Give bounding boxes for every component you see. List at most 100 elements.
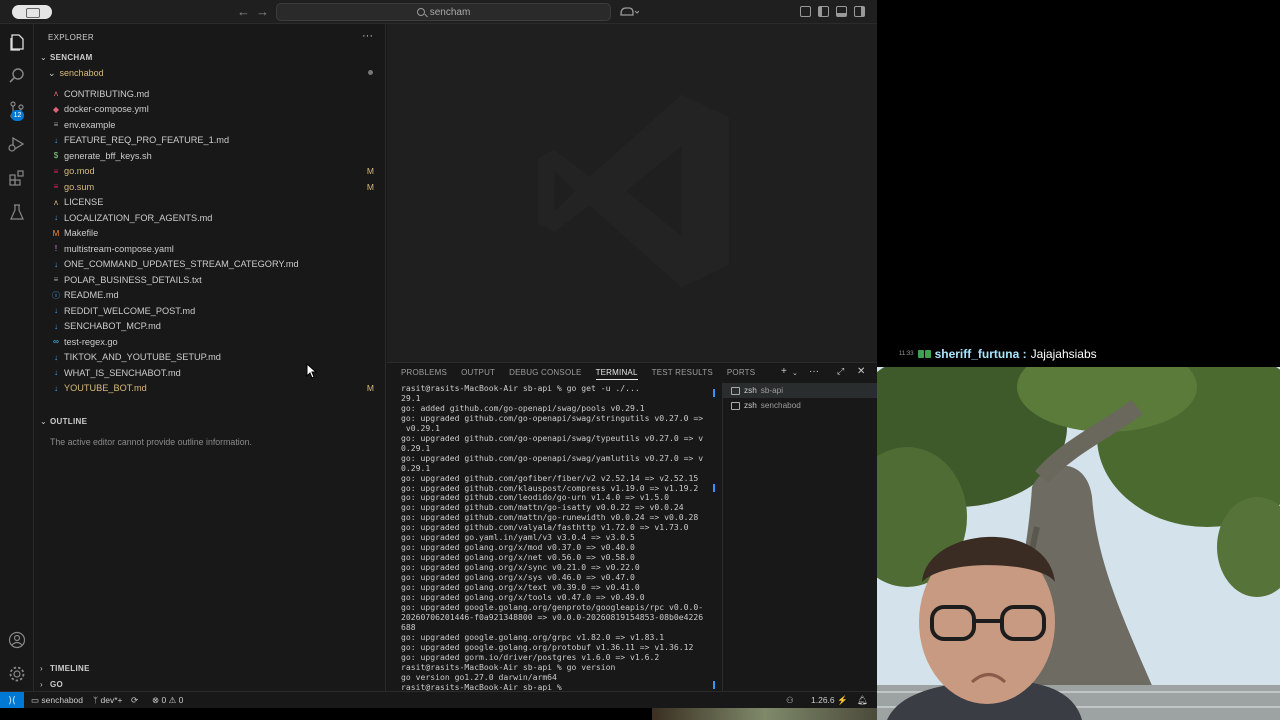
back-arrow-icon[interactable]: ← [237, 4, 250, 19]
extensions-icon[interactable] [8, 169, 26, 187]
file-item[interactable]: ≡ env.example [34, 117, 386, 133]
git-status-badge: M [366, 166, 374, 177]
file-item[interactable]: ∞ test-regex.go [34, 334, 386, 350]
file-name: docker-compose.yml [64, 104, 149, 115]
scroll-marker [713, 484, 715, 492]
sidebar-toggle-icon[interactable] [12, 5, 52, 19]
chevron-down-icon[interactable]: ⌄ [792, 369, 798, 377]
testing-icon[interactable] [8, 203, 26, 221]
workspace-section[interactable]: ⌄ SENCHAM [40, 53, 93, 62]
file-item[interactable]: ʌ CONTRIBUTING.md [34, 86, 386, 102]
more-actions-icon[interactable]: ··· [809, 366, 819, 377]
file-item[interactable]: ! multistream-compose.yaml [34, 241, 386, 257]
explorer-icon[interactable] [8, 33, 26, 51]
chat-username: sheriff_furtuna : [934, 347, 1027, 361]
terminal-output[interactable]: rasit@rasits-MacBook-Air sb-api % go get… [401, 383, 719, 693]
command-center-search[interactable]: sencham [276, 3, 611, 21]
panel-tab[interactable]: PORTS [727, 368, 755, 380]
panel-tab[interactable]: DEBUG CONSOLE [509, 368, 581, 380]
file-item[interactable]: ↓ YOUTUBE_BOT.md M [34, 381, 386, 397]
file-type-icon: ↓ [54, 383, 58, 393]
run-debug-icon[interactable] [8, 135, 26, 153]
file-type-icon: ◆ [52, 104, 60, 114]
more-actions-icon[interactable]: ··· [362, 30, 373, 42]
copilot-status-icon[interactable]: ⚇ [786, 695, 794, 706]
webcam-scene [877, 367, 1280, 720]
file-item[interactable]: ↓ LOCALIZATION_FOR_AGENTS.md [34, 210, 386, 226]
file-item[interactable]: ↓ FEATURE_REQ_PRO_FEATURE_1.md [34, 133, 386, 149]
file-item[interactable]: ⓘ README.md [34, 288, 386, 304]
panel-tab[interactable]: OUTPUT [461, 368, 495, 380]
chat-timestamp: 11:33 [899, 351, 914, 357]
close-panel-icon[interactable]: ✕ [857, 366, 865, 377]
toggle-secondary-sidebar-icon[interactable] [854, 6, 865, 17]
chevron-down-icon: ⌄ [48, 68, 56, 78]
file-type-icon: ⓘ [52, 290, 60, 300]
customize-layout-icon[interactable] [800, 6, 811, 17]
notifications-bell-icon[interactable]: 🔔︎ [857, 695, 868, 706]
outline-section[interactable]: ⌄ OUTLINE [40, 417, 87, 426]
panel-tab[interactable]: PROBLEMS [401, 368, 447, 380]
terminal-instance[interactable]: zsh senchabod [723, 398, 877, 413]
toggle-primary-sidebar-icon[interactable] [818, 6, 829, 17]
chevron-right-icon: › [40, 680, 43, 689]
timeline-section[interactable]: › TIMELINE [40, 664, 90, 673]
file-name: test-regex.go [64, 336, 118, 347]
file-item[interactable]: ≡ go.sum M [34, 179, 386, 195]
maximize-panel-icon[interactable]: ⤢ [837, 366, 844, 377]
file-item[interactable]: ↓ SENCHABOT_MCP.md [34, 319, 386, 335]
account-icon[interactable] [8, 631, 26, 649]
panel-tab[interactable]: TERMINAL [595, 368, 638, 380]
file-item[interactable]: ʌ LICENSE [34, 195, 386, 211]
new-terminal-icon[interactable]: + [781, 366, 787, 377]
terminal-instance[interactable]: zsh sb-api [723, 383, 877, 398]
go-version[interactable]: 1.26.6 ⚡ [811, 695, 848, 706]
vscode-logo-watermark-icon [538, 94, 729, 288]
file-name: REDDIT_WELCOME_POST.md [64, 305, 196, 316]
file-type-icon: ↓ [54, 259, 58, 269]
file-type-icon: ↓ [54, 135, 58, 145]
title-bar: ← → sencham [0, 0, 877, 24]
search-icon[interactable] [8, 67, 26, 85]
explorer-header: EXPLORER [48, 33, 94, 42]
problems-indicator[interactable]: ⊗ 0 ⚠ 0 [152, 695, 183, 706]
terminal-shell: zsh [744, 401, 757, 410]
chevron-down-icon: ⌄ [40, 417, 48, 426]
webcam-edge [652, 708, 877, 720]
panel-tab[interactable]: TEST RESULTS [652, 368, 713, 380]
chat-text: Jajajahsiabs [1030, 347, 1097, 361]
file-name: go.mod [64, 166, 95, 177]
file-item[interactable]: ↓ TIKTOK_AND_YOUTUBE_SETUP.md [34, 350, 386, 366]
file-item[interactable]: ↓ REDDIT_WELCOME_POST.md [34, 303, 386, 319]
source-control-badge: 12 [11, 110, 24, 121]
file-type-icon: M [52, 228, 60, 238]
toggle-panel-icon[interactable] [836, 6, 847, 17]
branch-folder[interactable]: ▭ senchabod [31, 695, 83, 706]
settings-gear-icon[interactable] [8, 665, 26, 683]
scroll-marker [713, 681, 715, 689]
file-item[interactable]: ↓ ONE_COMMAND_UPDATES_STREAM_CATEGORY.md [34, 257, 386, 273]
terminal-line: go: upgraded github.com/go-openapi/swag/… [401, 432, 704, 443]
file-item[interactable]: M Makefile [34, 226, 386, 242]
chat-badge-icon [917, 350, 931, 358]
branch-indicator[interactable]: ᛘ dev*+ [93, 695, 122, 705]
folder-senchabod[interactable]: ⌄ senchabod [48, 68, 104, 79]
file-name: generate_bff_keys.sh [64, 150, 152, 161]
terminal-cwd: senchabod [760, 401, 801, 410]
sync-icon[interactable]: ⟳ [131, 695, 138, 706]
file-item[interactable]: ≡ go.mod M [34, 164, 386, 180]
editor-area[interactable] [306, 24, 877, 379]
activity-bar: 12 [0, 24, 34, 691]
git-status-badge: M [366, 383, 374, 394]
file-name: LOCALIZATION_FOR_AGENTS.md [64, 212, 213, 223]
file-item[interactable]: $ generate_bff_keys.sh [34, 148, 386, 164]
forward-arrow-icon[interactable]: → [256, 4, 269, 19]
file-item[interactable]: ↓ WHAT_IS_SENCHABOT.md [34, 365, 386, 381]
go-section[interactable]: › GO [40, 680, 63, 689]
copilot-icon[interactable] [619, 5, 639, 19]
scroll-marker [713, 389, 715, 397]
file-item[interactable]: ◆ docker-compose.yml [34, 102, 386, 118]
remote-icon[interactable]: ⟩⟨ [0, 692, 24, 708]
search-text: sencham [429, 6, 471, 18]
file-item[interactable]: ≡ POLAR_BUSINESS_DETAILS.txt [34, 272, 386, 288]
